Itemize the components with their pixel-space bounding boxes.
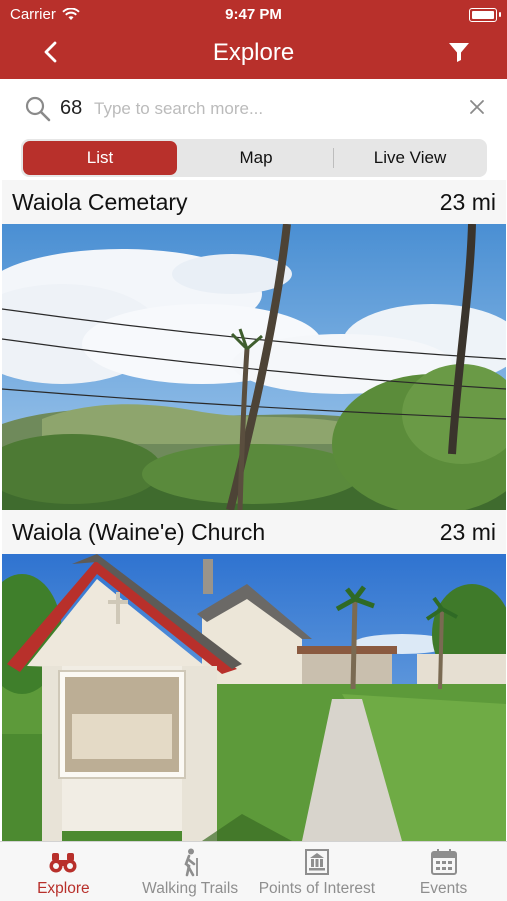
filter-icon[interactable]	[447, 40, 471, 64]
page-title: Explore	[212, 39, 295, 66]
battery-nub	[499, 12, 501, 17]
segment-live-view[interactable]: Live View	[333, 139, 487, 177]
hiker-icon	[184, 848, 199, 877]
tab-events-label: Events	[419, 880, 468, 897]
status-time: 9:47 PM	[225, 6, 282, 23]
result-count: 68	[60, 97, 83, 119]
tab-walking-trails[interactable]: Walking Trails	[127, 842, 254, 901]
segment-map[interactable]: Map	[179, 139, 333, 177]
segment-list[interactable]: List	[23, 141, 177, 175]
tab-bar: Explore Walking Trails Points of Interes…	[0, 841, 507, 901]
tab-points-of-interest[interactable]: Points of Interest	[254, 842, 381, 901]
list-item-church[interactable]: Waiola (Waine'e) Church 23 mi	[0, 510, 507, 846]
app-header: Carrier 9:47 PM Explore	[0, 0, 507, 79]
clear-icon[interactable]	[469, 99, 485, 115]
cemetery-photo	[0, 223, 507, 514]
landmark-icon	[304, 849, 329, 875]
list-item-cemetery[interactable]: Waiola Cemetary 23 mi	[0, 180, 507, 515]
search-icon	[25, 96, 51, 122]
item-distance: 23 mi	[439, 188, 496, 215]
tab-explore-label: Explore	[37, 880, 90, 897]
segment-map-label: Map	[239, 148, 273, 167]
tab-points-of-interest-label: Points of Interest	[258, 880, 376, 897]
battery-icon	[469, 8, 497, 22]
search-input[interactable]	[92, 93, 456, 125]
status-bar: Carrier 9:47 PM	[0, 0, 507, 28]
binoculars-icon	[49, 853, 77, 873]
church-photo	[0, 554, 507, 841]
card-header: Waiola Cemetary 23 mi	[2, 180, 506, 224]
view-segmented-control: List Map Live View	[21, 139, 487, 177]
search-bar: 68	[0, 80, 507, 136]
segment-live-view-label: Live View	[373, 148, 447, 167]
segment-divider	[333, 148, 334, 168]
item-title: Waiola (Waine'e) Church	[12, 518, 266, 545]
tab-walking-trails-label: Walking Trails	[142, 880, 239, 897]
card-header: Waiola (Waine'e) Church 23 mi	[2, 510, 506, 554]
item-distance: 23 mi	[439, 518, 496, 545]
tab-events[interactable]: Events	[380, 842, 507, 901]
item-title: Waiola Cemetary	[12, 188, 188, 215]
tab-explore[interactable]: Explore	[0, 842, 127, 901]
nav-bar: Explore	[0, 30, 507, 74]
calendar-icon	[430, 849, 457, 875]
